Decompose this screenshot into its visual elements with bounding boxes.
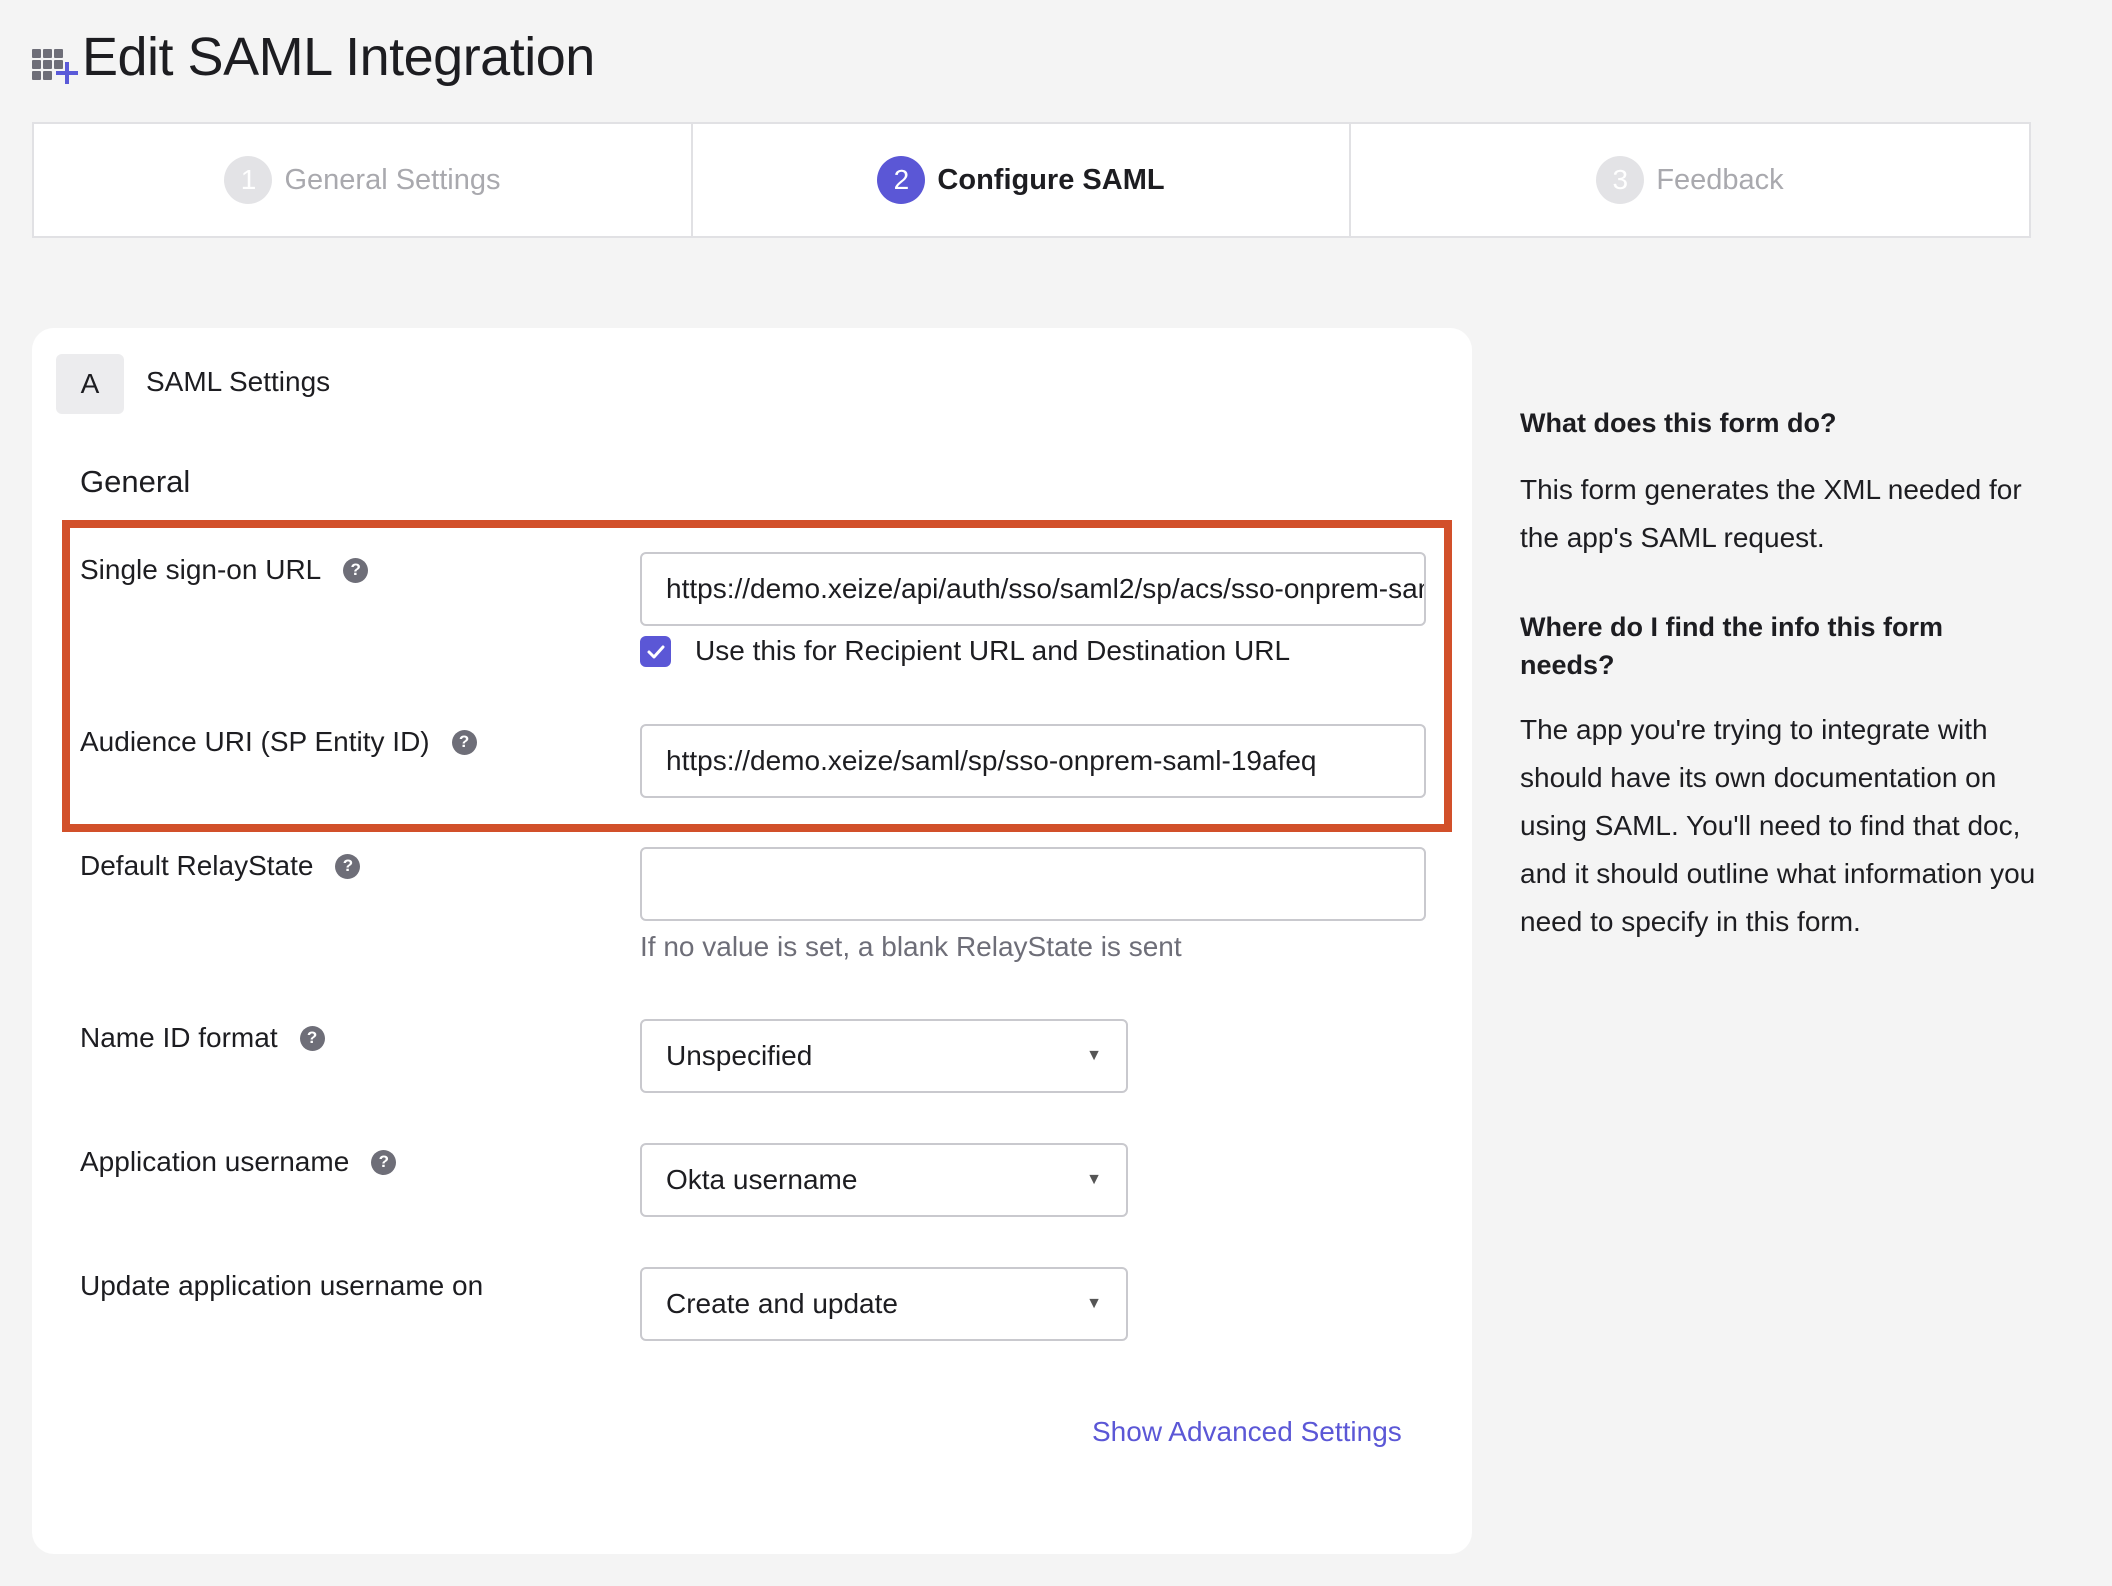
page-header: Edit SAML Integration: [30, 22, 595, 92]
step-feedback[interactable]: 3 Feedback: [1351, 124, 2029, 236]
step-general-settings[interactable]: 1 General Settings: [34, 124, 693, 236]
help-icon[interactable]: ?: [451, 729, 477, 755]
help-icon[interactable]: ?: [335, 853, 361, 879]
page-title: Edit SAML Integration: [82, 27, 595, 87]
step-number-3: 3: [1596, 156, 1645, 204]
help-question-2: Where do I find the info this form needs…: [1520, 612, 1943, 680]
saml-settings-card: A SAML Settings General Single sign-on U…: [32, 328, 1472, 1554]
sso-url-value: https://demo.xeize/api/auth/sso/saml2/sp…: [666, 573, 1424, 604]
checkmark-icon: [647, 645, 664, 658]
sso-url-input[interactable]: https://demo.xeize/api/auth/sso/saml2/sp…: [640, 552, 1426, 626]
update-username-label: Update application username on: [80, 1270, 483, 1302]
help-icon[interactable]: ?: [299, 1025, 325, 1051]
section-badge: A: [56, 354, 124, 414]
sso-url-label-text: Single sign-on URL: [80, 554, 322, 585]
name-id-format-selected: Unspecified: [666, 1040, 813, 1071]
sso-url-label: Single sign-on URL ?: [80, 554, 369, 586]
update-username-label-text: Update application username on: [80, 1270, 484, 1301]
step-label-configure-saml: Configure SAML: [937, 163, 1165, 196]
help-icon[interactable]: ?: [343, 557, 369, 583]
caret-down-icon: ▼: [1086, 1047, 1102, 1064]
name-id-format-label-text: Name ID format: [80, 1022, 278, 1053]
help-answer-2: The app you're trying to integrate with …: [1520, 714, 2036, 937]
app-username-label-text: Application username: [80, 1146, 350, 1177]
name-id-format-label: Name ID format ?: [80, 1022, 325, 1054]
audience-uri-value: https://demo.xeize/saml/sp/sso-onprem-sa…: [666, 745, 1317, 776]
step-number-1: 1: [224, 156, 273, 204]
recipient-url-checkbox-label[interactable]: Use this for Recipient URL and Destinati…: [695, 635, 1290, 667]
group-title-general: General: [80, 464, 191, 499]
help-icon[interactable]: ?: [371, 1149, 397, 1175]
audience-uri-input[interactable]: https://demo.xeize/saml/sp/sso-onprem-sa…: [640, 724, 1426, 798]
update-username-select[interactable]: Create and update ▼: [640, 1267, 1128, 1341]
relay-state-label: Default RelayState ?: [80, 850, 361, 882]
update-username-selected: Create and update: [666, 1288, 898, 1319]
show-advanced-settings-link[interactable]: Show Advanced Settings: [1092, 1416, 1402, 1448]
step-label-feedback: Feedback: [1656, 163, 1784, 196]
caret-down-icon: ▼: [1086, 1171, 1102, 1188]
audience-uri-label-text: Audience URI (SP Entity ID): [80, 726, 430, 757]
app-username-selected: Okta username: [666, 1164, 858, 1195]
audience-uri-label: Audience URI (SP Entity ID) ?: [80, 726, 477, 758]
name-id-format-select[interactable]: Unspecified ▼: [640, 1019, 1128, 1093]
section-title: SAML Settings: [146, 366, 331, 397]
wizard-stepper: 1 General Settings 2 Configure SAML 3 Fe…: [32, 122, 2031, 238]
app-username-label: Application username ?: [80, 1146, 397, 1178]
help-question-1: What does this form do?: [1520, 408, 1837, 438]
step-number-2: 2: [877, 156, 926, 204]
relay-state-input[interactable]: [640, 847, 1426, 921]
app-username-select[interactable]: Okta username ▼: [640, 1143, 1128, 1217]
add-app-grid-icon: [30, 33, 78, 84]
step-configure-saml[interactable]: 2 Configure SAML: [693, 124, 1351, 236]
step-label-general-settings: General Settings: [284, 163, 501, 196]
relay-state-hint: If no value is set, a blank RelayState i…: [640, 931, 1182, 962]
help-answer-1: This form generates the XML needed for t…: [1520, 474, 2022, 553]
relay-state-label-text: Default RelayState: [80, 850, 314, 881]
caret-down-icon: ▼: [1086, 1295, 1102, 1312]
recipient-url-checkbox[interactable]: [640, 636, 671, 667]
